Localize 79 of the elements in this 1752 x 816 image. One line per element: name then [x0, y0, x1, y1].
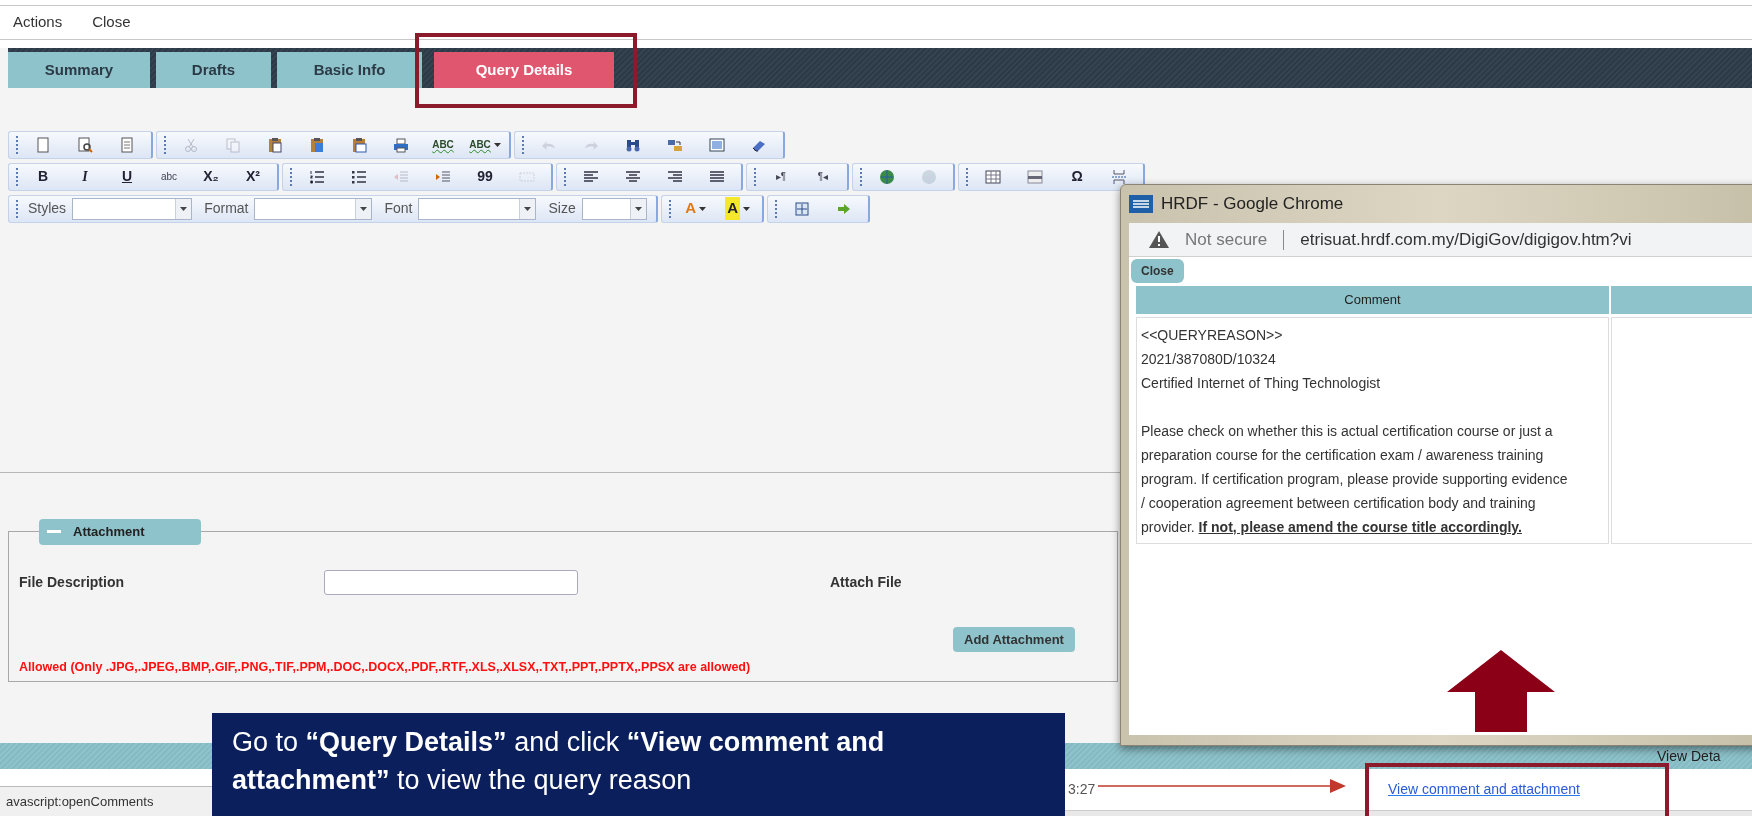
view-comment-link[interactable]: View comment and attachment [1388, 779, 1580, 800]
toolbar-button[interactable]: ABC [423, 132, 463, 157]
comment-text: Please check on whether this is actual certification course or just a preparation course for the certification exam / awareness training program. If certification program, please provide supporting evidence / cooperation agreement between certification body and training provider. If not, please amend the course title accordingly. [1141, 422, 1569, 537]
dropdown-field[interactable] [254, 197, 373, 220]
legend-label: Attachment [73, 523, 145, 542]
align-center-icon [625, 168, 641, 185]
clipboard-icon [267, 136, 283, 153]
caret-icon [524, 206, 532, 211]
page-break-icon [1111, 168, 1127, 185]
comment-line: Certified Internet of Thing Technologist [1141, 374, 1382, 393]
tab[interactable]: Summary [8, 52, 150, 88]
globe-icon [879, 168, 895, 185]
instruction-callout: Go to “Query Details” and click “View comment and attachment” to view the query reason [212, 713, 1065, 816]
toolbar-button[interactable]: Ω [1057, 164, 1097, 189]
toolbar-button[interactable]: X² [233, 164, 273, 189]
align-left-icon [583, 168, 599, 185]
url-text: etrisuat.hrdf.com.my/DigiGov/digigov.htm?vi [1300, 228, 1632, 251]
close-button[interactable]: Close [1131, 259, 1184, 283]
copy-icon [225, 136, 241, 153]
up-arrow-icon [1447, 650, 1555, 732]
tab[interactable]: Query Details [434, 52, 614, 88]
tab[interactable]: Basic Info [277, 52, 422, 88]
minus-icon [47, 530, 61, 534]
window-title: HRDF - Google Chrome [1161, 193, 1344, 216]
combo-label: Size [548, 199, 576, 218]
bullet-list-icon [351, 168, 367, 185]
combo-label: Font [384, 199, 413, 218]
select-all-icon [709, 136, 725, 153]
table-icon [985, 168, 1001, 185]
clipboard-icon [309, 136, 325, 153]
toolbar-button[interactable]: A [717, 196, 758, 221]
align-right-icon [667, 168, 683, 185]
menu-item[interactable]: Close [92, 11, 131, 34]
toolbar-button[interactable]: ▸¶ [761, 164, 801, 189]
comment-line: 2021/387080D/10324 [1141, 350, 1277, 369]
printer-icon [393, 136, 409, 153]
column-header: View Deta [1657, 746, 1722, 766]
caret-icon [634, 206, 642, 211]
allowed-types-note: Allowed (Only .JPG,.JPEG,.BMP,.GIF,.PNG,.TIF,.PPM,.DOC,.DOCX,.PDF,.RTF,.XLS,.XLSX,.TXT,.PPT,.PPTX,.PPSX are allowed) [19, 659, 751, 676]
combo-label: Styles [28, 199, 67, 218]
numbered-list-icon [309, 168, 325, 185]
time-cell-text: 3:27 [1068, 780, 1096, 799]
align-justify-icon [709, 168, 725, 185]
warning-icon [1149, 231, 1169, 248]
indent-icon [435, 168, 451, 185]
page-magnifier-icon [77, 136, 93, 153]
toolbar-button[interactable]: B [23, 164, 63, 189]
dropdown-field[interactable] [581, 197, 647, 220]
address-bar[interactable]: Not secure etrisuat.hrdf.com.my/DigiGov/digigov.htm?vi [1129, 223, 1752, 257]
outdent-icon [393, 168, 409, 185]
app-icon [1129, 195, 1153, 213]
globe-icon [921, 168, 937, 185]
add-attachment-button[interactable]: Add Attachment [953, 627, 1075, 652]
toolbar-button[interactable]: I [65, 164, 105, 189]
toolbar-button[interactable]: ABC [465, 132, 505, 157]
toolbar-button[interactable]: ¶◂ [803, 164, 843, 189]
maximize-icon [793, 200, 810, 217]
combo-label: Format [204, 199, 249, 218]
column-header: Comment [1136, 286, 1609, 314]
dropdown-field[interactable] [72, 197, 193, 220]
menu-item[interactable]: Actions [13, 11, 63, 34]
attachment-legend[interactable]: Attachment [39, 519, 201, 545]
field-label: File Description [19, 573, 126, 592]
caret-icon [180, 206, 188, 211]
toolbar-button[interactable]: X₂ [191, 164, 231, 189]
security-label: Not secure [1185, 228, 1268, 251]
tab[interactable]: Drafts [156, 52, 271, 88]
document-icon [119, 136, 135, 153]
dropdown-field[interactable] [418, 197, 537, 220]
toolbar-button[interactable]: U [107, 164, 147, 189]
toolbar-button[interactable]: abc [149, 164, 189, 189]
caret-icon [360, 206, 368, 211]
field-label: Attach File [830, 573, 902, 592]
blank-page-icon [35, 136, 51, 153]
comment-line: <<QUERYREASON>> [1141, 326, 1284, 345]
toolbar-button[interactable]: 99 [465, 164, 505, 189]
scissors-icon [183, 136, 199, 153]
input-field[interactable] [324, 570, 578, 595]
clipboard-icon [351, 136, 367, 153]
